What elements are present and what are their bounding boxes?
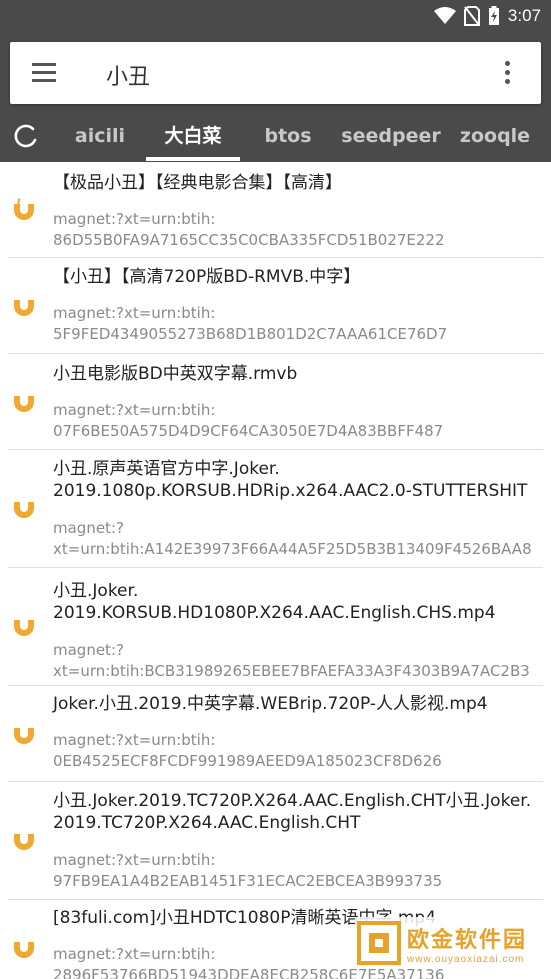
result-item[interactable]: 【小丑】【高清720P版BD-RMVB.中字】 magnet:?xt=urn:b… xyxy=(8,258,543,354)
site-watermark: 欧金软件园 www.ouyaoxiazai.com xyxy=(355,917,545,969)
more-vert-icon xyxy=(505,61,510,66)
magnet-icon xyxy=(14,938,34,958)
battery-charging-icon xyxy=(488,6,499,25)
magnet-icon xyxy=(14,392,34,412)
results-list: 【极品小丑】【经典电影合集】【高清】 magnet:?xt=urn:btih: … xyxy=(0,162,551,979)
search-bar: 小丑 xyxy=(10,42,541,104)
status-bar: 3:07 xyxy=(0,0,551,32)
result-magnet: magnet:?xt=urn:btih: 97FB9EA1A4B2EAB1451… xyxy=(53,851,443,890)
wifi-icon xyxy=(433,7,456,24)
result-magnet: magnet:?xt=urn:btih: 5F9FED4349055273B68… xyxy=(53,304,448,343)
app-header: 3:07 小丑 aicili 大白菜 btos seedpeer zooqle xyxy=(0,0,551,162)
watermark-url: www.ouyaoxiazai.com xyxy=(407,953,525,965)
result-title: 小丑电影版BD中英双字幕.rmvb xyxy=(53,364,298,384)
result-title: Joker.小丑.2019.中英字幕.WEBrip.720P-人人影视.mp4 xyxy=(53,694,488,714)
result-magnet: magnet:? xt=urn:btih:BCB31989265EBEE7BFA… xyxy=(53,641,530,680)
result-item[interactable]: 小丑.Joker.2019.TC720P.X264.AAC.English.CH… xyxy=(8,782,543,900)
result-title: 【小丑】【高清720P版BD-RMVB.中字】 xyxy=(53,267,361,287)
tab-seedpeer[interactable]: seedpeer xyxy=(336,112,446,162)
result-magnet: magnet:? xt=urn:btih:A142E39973F66A44A5F… xyxy=(53,519,532,558)
source-tabs: aicili 大白菜 btos seedpeer zooqle xyxy=(0,112,551,162)
tab-zooqle[interactable]: zooqle xyxy=(455,112,535,162)
result-title: 小丑.Joker. 2019.KORSUB.HD1080P.X264.AAC.E… xyxy=(53,581,496,623)
result-item[interactable]: 【极品小丑】【经典电影合集】【高清】 magnet:?xt=urn:btih: … xyxy=(8,162,543,258)
watermark-name: 欧金软件园 xyxy=(407,927,528,953)
menu-icon xyxy=(32,63,56,66)
more-options-button[interactable] xyxy=(499,60,515,86)
result-title: 【极品小丑】【经典电影合集】【高清】 xyxy=(53,173,342,193)
result-magnet: magnet:?xt=urn:btih: 0EB4525ECF8FCDF9919… xyxy=(53,731,442,770)
result-item[interactable]: Joker.小丑.2019.中英字幕.WEBrip.720P-人人影视.mp4 … xyxy=(8,686,543,782)
magnet-icon xyxy=(14,198,34,220)
result-title: 小丑.Joker.2019.TC720P.X264.AAC.English.CH… xyxy=(53,791,532,833)
refresh-icon[interactable] xyxy=(13,123,39,149)
result-item[interactable]: 小丑.原声英语官方中字.Joker. 2019.1080p.KORSUB.HDR… xyxy=(8,450,543,568)
search-query[interactable]: 小丑 xyxy=(106,59,150,91)
magnet-icon xyxy=(14,616,34,636)
no-sim-icon xyxy=(463,6,480,26)
status-time: 3:07 xyxy=(507,6,541,25)
result-magnet: magnet:?xt=urn:btih: 07F6BE50A575D4D9CF6… xyxy=(53,401,444,440)
tab-dabaicai[interactable]: 大白菜 xyxy=(146,112,240,162)
tab-aicili[interactable]: aicili xyxy=(62,112,138,162)
menu-button[interactable] xyxy=(30,60,58,86)
magnet-icon xyxy=(14,296,34,316)
active-tab-indicator xyxy=(146,157,240,161)
magnet-icon xyxy=(14,830,34,850)
result-magnet: magnet:?xt=urn:btih: 86D55B0FA9A7165CC35… xyxy=(53,210,445,249)
result-title: 小丑.原声英语官方中字.Joker. 2019.1080p.KORSUB.HDR… xyxy=(53,459,528,501)
magnet-icon xyxy=(14,498,34,518)
watermark-logo-icon xyxy=(357,921,401,965)
result-item[interactable]: 小丑.Joker. 2019.KORSUB.HD1080P.X264.AAC.E… xyxy=(8,568,543,686)
magnet-icon xyxy=(14,724,34,744)
result-item[interactable]: 小丑电影版BD中英双字幕.rmvb magnet:?xt=urn:btih: 0… xyxy=(8,354,543,450)
tab-btos[interactable]: btos xyxy=(250,112,326,162)
